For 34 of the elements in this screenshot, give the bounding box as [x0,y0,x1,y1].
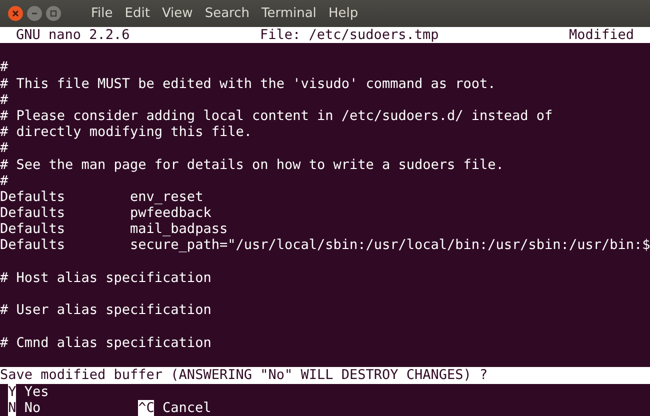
shortcut-key: ^C [138,400,154,416]
file-line: # See the man page for details on how to write a sudoers file. [0,156,505,173]
file-line: # directly modifying this file. [0,124,253,140]
save-prompt: Save modified buffer (ANSWERING "No" WILL DESTROY CHANGES) ? [0,367,650,384]
menu-item[interactable]: File [87,6,117,21]
maximize-icon[interactable] [46,6,61,21]
menu-item[interactable]: Terminal [257,6,320,21]
option-label: Yes [24,384,49,400]
file-line: Defaults secure_path="/usr/local/sbin:/usr/local/bin:/usr/sbin:/usr/bin:$ [0,237,650,254]
file-name: File: /etc/sudoers.tmp [260,27,439,44]
file-line: # Host alias specification [0,270,212,286]
close-icon[interactable] [8,6,23,21]
file-line: # [0,172,10,189]
file-line: # [0,92,10,108]
file-line: Defaults mail_badpass [0,221,229,238]
option-label: Cancel [162,400,212,416]
option-label: No [24,400,41,416]
menu-item[interactable]: Search [200,6,254,21]
file-line: Defaults pwfeedback [0,205,212,222]
modified-status: Modified [568,27,634,44]
menu-item[interactable]: Edit [120,6,154,21]
file-line: # Please consider adding local content in /etc/sudoers.d/ instead of [0,108,554,124]
file-line: # Cmnd alias specification [0,334,212,351]
shortcut-key: Y [8,384,16,400]
file-line: # [0,59,10,76]
menu-item[interactable]: View [158,6,197,21]
minimize-icon[interactable] [27,6,42,21]
file-line: # [0,140,10,156]
file-line: # User alias specification [0,302,212,318]
shortcut-key: N [8,400,16,416]
menu-item[interactable]: Help [324,6,362,21]
file-line: # This file MUST be edited with the 'visudo' command as root. [0,76,497,92]
version-label: GNU nano 2.2.6 [16,27,130,44]
file-line: Defaults env_reset [0,188,204,206]
